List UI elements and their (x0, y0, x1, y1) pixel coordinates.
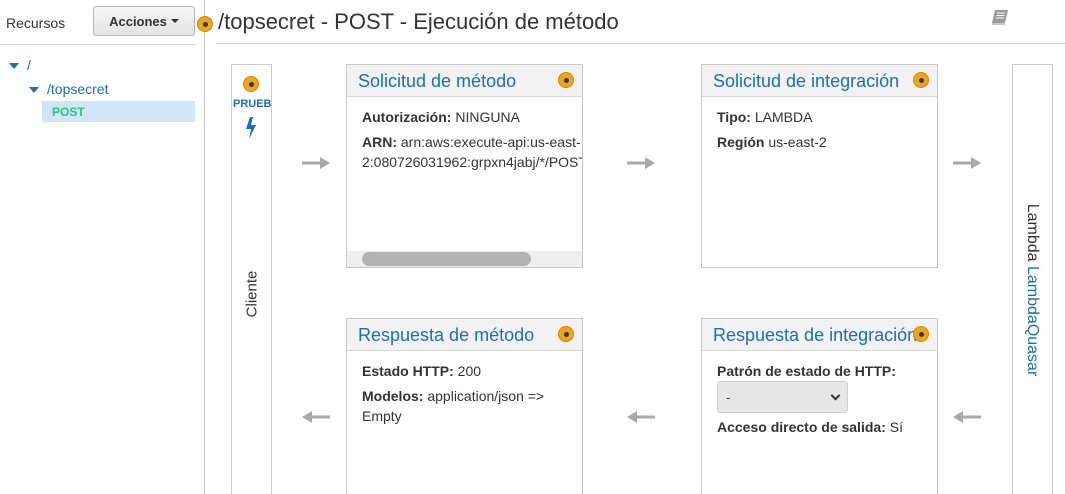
passthrough-label: Acceso directo de salida: (717, 419, 886, 435)
models-label: Modelos: (362, 388, 424, 404)
page-title: /topsecret - POST - Ejecución de método (218, 9, 619, 34)
actions-button[interactable]: Acciones (93, 6, 195, 36)
lambda-function-link[interactable]: LambdaQuasar (1024, 266, 1041, 376)
type-label: Tipo: (717, 109, 751, 125)
passthrough-value: Sí (889, 419, 903, 435)
region-label: Región (717, 134, 765, 150)
lambda-label: Lambda LambdaQuasar (1023, 204, 1041, 377)
lightning-bolt-icon[interactable] (244, 117, 258, 139)
tree-item-root[interactable]: / (27, 57, 31, 73)
book-icon[interactable] (990, 9, 1010, 26)
lambda-prefix: Lambda (1024, 203, 1041, 262)
method-request-title[interactable]: Solicitud de método (358, 71, 516, 92)
resources-label: Recursos (6, 15, 66, 31)
method-response-box: Respuesta de método Estado HTTP: 200 Mod… (346, 318, 583, 494)
arrow-left-icon (627, 411, 655, 423)
region-field: Región us-east-2 (717, 132, 827, 152)
arn-value-line1: arn:aws:execute-api:us-east- (400, 134, 581, 150)
status-pattern-label: Patrón de estado de HTTP: (717, 363, 896, 379)
integration-request-title[interactable]: Solicitud de integración (713, 71, 899, 92)
integration-response-title[interactable]: Respuesta de integración (713, 325, 917, 346)
region-value: us-east-2 (768, 134, 827, 150)
arn-label: ARN: (362, 134, 397, 150)
test-link[interactable]: PRUEBA (233, 98, 271, 110)
arrow-left-icon (302, 411, 330, 423)
integration-response-info-icon[interactable] (913, 326, 929, 342)
method-response-header: Respuesta de método (347, 319, 582, 351)
http-status-field: Estado HTTP: 200 (362, 361, 481, 381)
type-value: LAMBDA (754, 109, 813, 125)
type-field: Tipo: LAMBDA (717, 107, 812, 127)
authorization-label: Autorización: (362, 109, 452, 125)
arrow-left-icon (953, 411, 981, 423)
sidebar-divider (0, 44, 196, 45)
scrollbar-thumb[interactable] (362, 252, 531, 266)
status-pattern-field: Patrón de estado de HTTP: (717, 361, 896, 381)
caret-down-icon (170, 19, 179, 23)
method-request-info-icon[interactable] (558, 72, 574, 88)
panel-divider (204, 0, 205, 494)
authorization-field: Autorización: NINGUNA (362, 107, 520, 127)
panel-resize-handle-icon[interactable] (197, 16, 213, 32)
arrow-right-icon (627, 157, 655, 169)
tree-item-topsecret[interactable]: /topsecret (47, 81, 108, 97)
arn-field: ARN: arn:aws:execute-api:us-east- 2:0807… (362, 132, 583, 172)
status-pattern-select[interactable]: - (717, 381, 848, 413)
method-request-header: Solicitud de método (347, 65, 582, 97)
arrow-right-icon (302, 157, 330, 169)
method-response-title[interactable]: Respuesta de método (358, 325, 534, 346)
models-value-line1: application/json => (427, 388, 545, 404)
status-pattern-selected: - (726, 389, 731, 405)
integration-response-header: Respuesta de integración (702, 319, 937, 351)
authorization-value: NINGUNA (455, 109, 520, 125)
http-status-value: 200 (457, 363, 482, 379)
client-label: Cliente (243, 270, 261, 318)
integration-request-header: Solicitud de integración (702, 65, 937, 97)
method-response-info-icon[interactable] (558, 326, 574, 342)
integration-request-box: Solicitud de integración Tipo: LAMBDA Re… (701, 64, 938, 268)
http-status-label: Estado HTTP: (362, 363, 454, 379)
client-info-icon[interactable] (243, 76, 259, 92)
tree-toggle-topsecret-icon[interactable] (29, 87, 39, 93)
models-value-line2: Empty (362, 408, 402, 424)
arrow-right-icon (953, 157, 981, 169)
models-field: Modelos: application/json => Empty (362, 386, 544, 426)
actions-button-label: Acciones (109, 13, 167, 29)
tree-toggle-root-icon[interactable] (9, 63, 19, 69)
integration-request-info-icon[interactable] (913, 72, 929, 88)
passthrough-field: Acceso directo de salida: Sí (717, 417, 903, 437)
arn-value-line2: 2:080726031962:grpxn4jabj/*/POST (362, 154, 583, 170)
tree-item-post[interactable]: POST (42, 101, 195, 122)
title-underline (216, 43, 1065, 44)
chevron-down-icon (830, 390, 841, 400)
method-request-box: Solicitud de método Autorización: NINGUN… (346, 64, 583, 268)
